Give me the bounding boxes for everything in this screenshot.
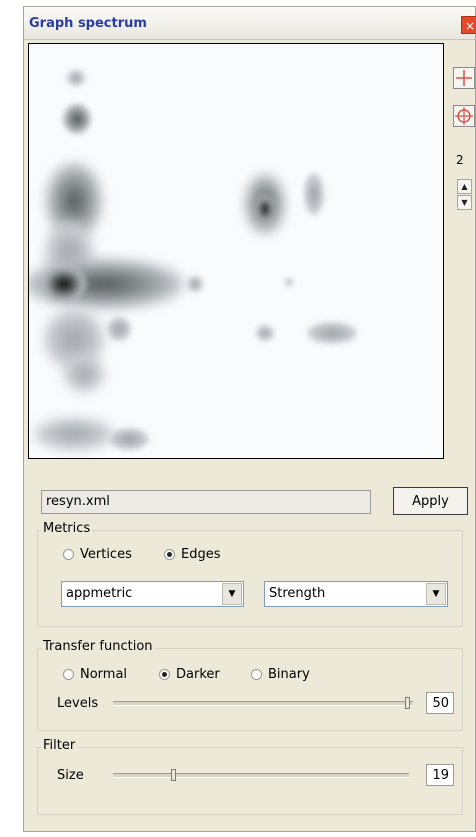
- spectrum-blobs: [29, 70, 357, 450]
- apply-button[interactable]: Apply: [393, 487, 468, 515]
- panel-title: Graph spectrum: [29, 16, 147, 31]
- filter-group-title: Filter: [41, 738, 78, 753]
- graph-spectrum-panel: Graph spectrum × 2 ▲ ▼ resyn.xml Apply M…: [23, 6, 476, 832]
- crosshair-icon: [456, 70, 472, 86]
- target-button[interactable]: [453, 105, 475, 127]
- spectrum-heatmap: [29, 70, 357, 450]
- spin-up-button[interactable]: ▲: [457, 179, 472, 194]
- chevron-down-icon: ▼: [222, 583, 242, 605]
- levels-slider-track[interactable]: [113, 701, 413, 706]
- radio-edges-label: Edges: [181, 547, 221, 562]
- radio-edges[interactable]: Edges: [164, 547, 221, 562]
- close-button[interactable]: ×: [461, 16, 476, 34]
- measure-select-value: Strength: [269, 586, 326, 601]
- chevron-up-icon: ▲: [461, 182, 468, 191]
- title-bar: Graph spectrum ×: [24, 7, 476, 40]
- target-icon: [455, 107, 473, 125]
- levels-label: Levels: [57, 696, 99, 711]
- metrics-group-title: Metrics: [41, 521, 93, 536]
- radio-vertices-label: Vertices: [80, 547, 132, 562]
- radio-darker-circle: [159, 669, 170, 680]
- crosshair-button[interactable]: [453, 67, 475, 89]
- radio-binary-circle: [251, 669, 262, 680]
- metrics-group: [37, 530, 463, 627]
- metric-select[interactable]: appmetric ▼: [61, 581, 244, 607]
- file-input[interactable]: resyn.xml: [41, 490, 371, 514]
- radio-darker-label: Darker: [176, 667, 220, 682]
- size-value[interactable]: 19: [426, 764, 454, 786]
- spectrum-canvas[interactable]: [28, 43, 444, 459]
- radio-normal-circle: [63, 669, 74, 680]
- size-slider-thumb[interactable]: [171, 769, 176, 781]
- close-icon: ×: [464, 19, 476, 33]
- filter-group: [37, 747, 463, 815]
- radio-darker[interactable]: Darker: [159, 667, 220, 682]
- levels-value[interactable]: 50: [426, 692, 454, 714]
- size-label: Size: [57, 768, 84, 783]
- radio-normal-label: Normal: [80, 667, 128, 682]
- transfer-function-group: [37, 648, 463, 731]
- spin-down-button[interactable]: ▼: [457, 195, 472, 210]
- zoom-value: 2: [456, 153, 464, 167]
- transfer-group-title: Transfer function: [41, 639, 155, 654]
- chevron-down-icon: ▼: [461, 198, 468, 207]
- measure-select[interactable]: Strength ▼: [264, 581, 448, 607]
- radio-binary[interactable]: Binary: [251, 667, 310, 682]
- radio-vertices[interactable]: Vertices: [63, 547, 132, 562]
- size-slider-track[interactable]: [113, 773, 409, 778]
- chevron-down-icon: ▼: [426, 583, 446, 605]
- radio-normal[interactable]: Normal: [63, 667, 127, 682]
- radio-edges-circle: [164, 549, 175, 560]
- metric-select-value: appmetric: [66, 586, 133, 601]
- radio-binary-label: Binary: [268, 667, 310, 682]
- radio-vertices-circle: [63, 549, 74, 560]
- levels-slider-thumb[interactable]: [405, 697, 410, 709]
